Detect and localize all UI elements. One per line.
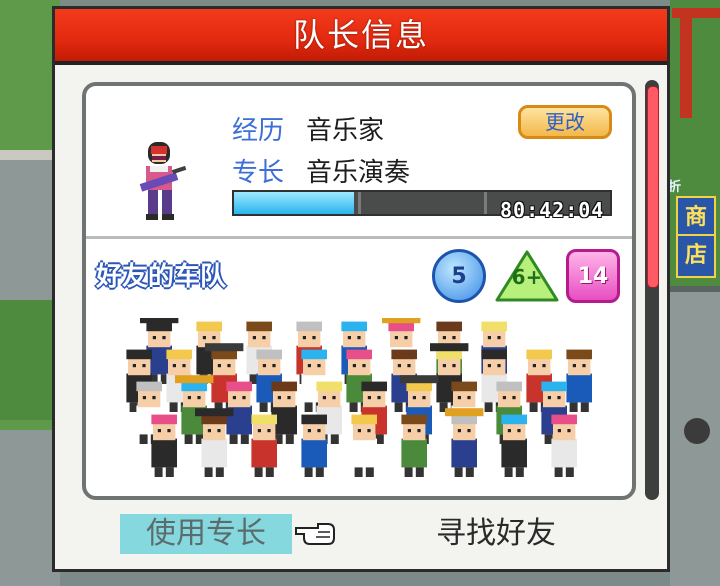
leader-musician-icon [139, 142, 187, 220]
hand-pointer-icon [295, 523, 335, 545]
road-left-bottom [0, 430, 60, 586]
modal-title: 队长信息 [55, 9, 667, 65]
badge-circle: 5 [432, 249, 486, 303]
badge-square: 14 [566, 249, 620, 303]
shop-sign-2: 店 [676, 234, 716, 278]
find-friends-button[interactable]: 寻找好友 [436, 514, 586, 554]
use-skill-button[interactable]: 使用专长 [120, 514, 292, 554]
timer-readout: 80:42:04 [500, 198, 605, 222]
badge-triangle-value: 6+ [511, 265, 543, 289]
career-value: 音乐家 [306, 116, 385, 146]
friends-team-title: 好友的车队 [96, 262, 227, 292]
road-edge-right [670, 286, 720, 292]
section-divider [86, 236, 632, 239]
curb-left [0, 150, 60, 160]
motorbike-icon [684, 418, 710, 444]
torii-post [680, 8, 692, 118]
specialty-value: 音乐演奏 [306, 158, 411, 188]
change-button[interactable]: 更改 [518, 105, 612, 139]
progress-segment [234, 192, 487, 214]
road-left [0, 160, 60, 300]
specialty-label: 专长 [232, 158, 285, 188]
scrollbar-thumb[interactable] [647, 86, 659, 288]
friend-crowd-icon [126, 318, 592, 477]
garden-left [0, 300, 60, 420]
career-label: 经历 [232, 116, 285, 146]
